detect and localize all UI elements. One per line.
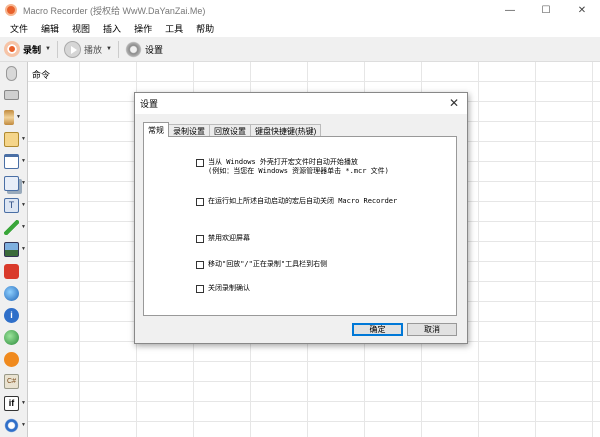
run-action-button[interactable]: [4, 328, 26, 346]
csharp-icon: C#: [4, 373, 19, 389]
record-dropdown-icon[interactable]: ▼: [45, 46, 51, 52]
window-resize-icon: [4, 153, 19, 169]
menu-edit[interactable]: 编辑: [41, 22, 59, 35]
settings-label: 设置: [144, 44, 163, 55]
title-bar: Macro Recorder (授权给 WwW.DaYanZai.Me) — ☐…: [0, 0, 600, 20]
windows-stack-action-button[interactable]: ▼: [4, 174, 26, 192]
dialog-title-bar: 设置 ✕: [135, 93, 467, 114]
settings-dialog: 设置 ✕ 常规 录制设置 回放设置 键盘快捷键(热键) 当从 Windows 外…: [134, 92, 468, 344]
if-icon: if: [4, 395, 19, 411]
option-label: 在运行如上所述自动启动的宏后自动关闭 Macro Recorder: [208, 197, 398, 205]
commands-column-header: 命令: [32, 70, 51, 80]
shutdown-action-button[interactable]: [4, 262, 26, 280]
windows-stack-icon: [4, 175, 19, 191]
image-action-button[interactable]: ▼: [4, 240, 26, 258]
general-tab-panel: 当从 Windows 外壳打开宏文件时自动开始播放 (例如：当您在 Window…: [143, 136, 457, 316]
option-move-toolbar[interactable]: 移动"回放"/"正在录制"工具栏到右侧: [196, 260, 327, 269]
chevron-down-icon: ▼: [21, 136, 26, 142]
csharp-action-button[interactable]: C#: [4, 372, 26, 390]
globe-run-icon: [4, 329, 19, 345]
chevron-down-icon: ▼: [21, 400, 26, 406]
delay-action-button[interactable]: ▼: [4, 108, 26, 126]
window-controls: — ☐ ✕: [492, 0, 600, 20]
chevron-down-icon: ▼: [21, 246, 26, 252]
record-label: 录制: [23, 44, 42, 55]
info-icon: i: [4, 307, 19, 323]
globe-icon: [4, 285, 19, 301]
option-label: 移动"回放"/"正在录制"工具栏到右侧: [208, 260, 328, 268]
app-logo-icon: [5, 4, 17, 16]
autoclose-checkbox[interactable]: [196, 198, 204, 206]
record-button[interactable]: 录制 ▼: [4, 41, 51, 57]
loop-action-button[interactable]: ▼: [4, 416, 26, 434]
chevron-down-icon: ▼: [21, 202, 26, 208]
record-confirm-checkbox[interactable]: [196, 285, 204, 293]
window-resize-action-button[interactable]: ▼: [4, 152, 26, 170]
window-icon: [4, 131, 19, 147]
tab-general[interactable]: 常规: [143, 122, 169, 137]
menu-tools[interactable]: 工具: [165, 22, 183, 35]
menu-bar: 文件 编辑 视图 插入 操作 工具 帮助: [0, 20, 600, 37]
menu-action[interactable]: 操作: [134, 22, 152, 35]
pixel-action-button[interactable]: ▼: [4, 218, 26, 236]
mouse-action-button[interactable]: [4, 64, 26, 82]
cancel-button[interactable]: 取消: [407, 323, 457, 336]
toolbar-separator: [56, 40, 58, 58]
chevron-down-icon: ▼: [21, 224, 26, 230]
menu-insert[interactable]: 插入: [103, 22, 121, 35]
close-icon[interactable]: ✕: [449, 96, 459, 110]
keyboard-icon: [4, 90, 19, 100]
power-icon: [4, 263, 19, 279]
option-label: 禁用欢迎屏幕: [208, 234, 250, 242]
record-icon: [4, 41, 20, 57]
window-action-button[interactable]: ▼: [4, 130, 26, 148]
chevron-down-icon: ▼: [21, 158, 26, 164]
hourglass-icon: [4, 109, 14, 125]
autoplay-checkbox[interactable]: [196, 159, 204, 167]
eyedropper-icon: [4, 219, 19, 235]
option-label: 关闭录制确认: [208, 284, 250, 292]
option-autoclose[interactable]: 在运行如上所述自动启动的宏后自动关闭 Macro Recorder: [196, 197, 397, 206]
close-icon[interactable]: ✕: [564, 0, 600, 20]
option-hint: (例如：当您在 Windows 资源管理器单击 *.mcr 文件): [208, 167, 389, 175]
info-action-button[interactable]: i: [4, 306, 26, 324]
option-disable-welcome[interactable]: 禁用欢迎屏幕: [196, 234, 250, 243]
option-label: 当从 Windows 外壳打开宏文件时自动开始播放: [208, 158, 358, 166]
maximize-icon[interactable]: ☐: [528, 0, 564, 20]
chevron-down-icon: ▼: [21, 180, 26, 186]
play-orange-icon: [4, 351, 19, 367]
minimize-icon[interactable]: —: [492, 0, 528, 20]
chevron-down-icon: ▼: [16, 114, 21, 120]
keyboard-action-button[interactable]: [4, 86, 26, 104]
settings-button[interactable]: 设置: [124, 40, 163, 58]
menu-file[interactable]: 文件: [10, 22, 28, 35]
dialog-title: 设置: [140, 99, 159, 109]
web-action-button[interactable]: [4, 284, 26, 302]
play-label: 播放: [83, 44, 102, 55]
image-icon: [4, 241, 19, 257]
if-action-button[interactable]: if ▼: [4, 394, 26, 412]
option-autoplay[interactable]: 当从 Windows 外壳打开宏文件时自动开始播放 (例如：当您在 Window…: [196, 158, 389, 176]
action-sidebar: ▼ ▼ ▼ ▼ T ▼ ▼ ▼ i C# if ▼ ▼: [0, 62, 28, 437]
mouse-icon: [6, 65, 17, 81]
play-icon: [63, 40, 81, 58]
disable-welcome-checkbox[interactable]: [196, 235, 204, 243]
main-toolbar: 录制 ▼ 播放 ▼ 设置: [0, 37, 600, 62]
toolbar-separator: [117, 40, 119, 58]
menu-view[interactable]: 视图: [72, 22, 90, 35]
play-button[interactable]: 播放 ▼: [63, 40, 112, 58]
play-macro-action-button[interactable]: [4, 350, 26, 368]
ok-button[interactable]: 确定: [352, 323, 403, 336]
move-toolbar-checkbox[interactable]: [196, 261, 204, 269]
loop-icon: [4, 417, 19, 433]
menu-help[interactable]: 帮助: [196, 22, 214, 35]
option-record-confirm[interactable]: 关闭录制确认: [196, 284, 250, 293]
chevron-down-icon: ▼: [21, 422, 26, 428]
play-dropdown-icon[interactable]: ▼: [106, 46, 112, 52]
gear-icon: [124, 40, 142, 58]
text-action-button[interactable]: T ▼: [4, 196, 26, 214]
settings-tabs: 常规 录制设置 回放设置 键盘快捷键(热键): [143, 122, 322, 137]
text-icon: T: [4, 197, 19, 213]
window-title: Macro Recorder (授权给 WwW.DaYanZai.Me): [23, 5, 206, 16]
